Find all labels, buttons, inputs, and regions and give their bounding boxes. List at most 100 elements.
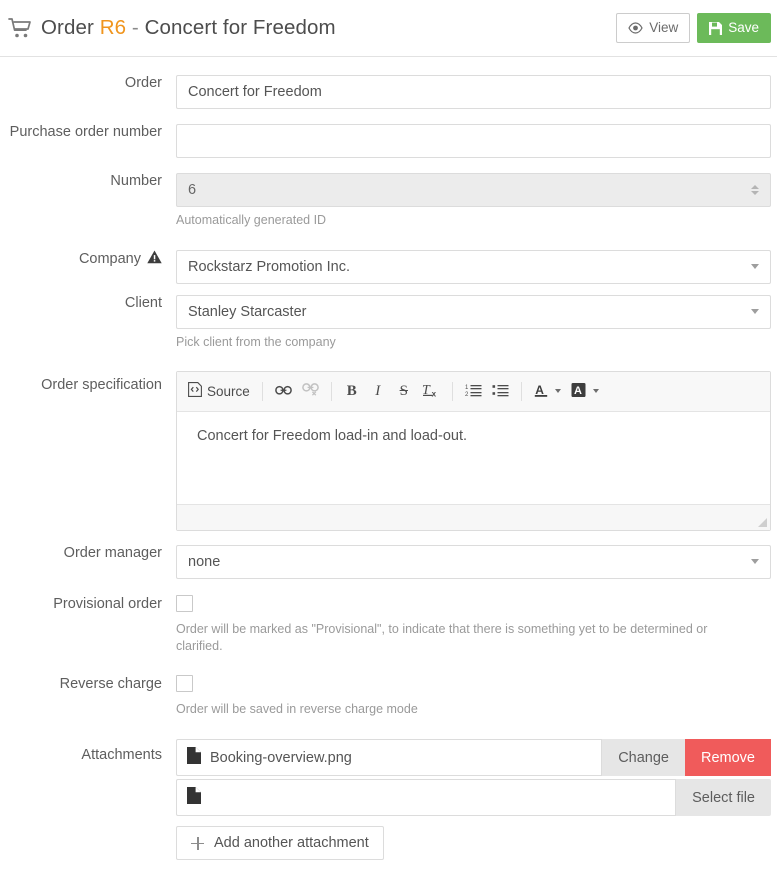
svg-text:A: A [574,385,582,397]
company-label-wrap: Company [0,250,176,268]
save-button-label: Save [728,20,759,36]
page-title: Order R6 - Concert for Freedom [41,16,336,40]
client-help-text: Pick client from the company [176,334,336,349]
number-label: Number [110,173,162,189]
reverse-charge-label: Reverse charge [59,675,162,692]
order-input-value: Concert for Freedom [188,84,322,100]
view-button[interactable]: View [616,13,691,43]
form-row-order-specification: Order specification Source B I S T x 1 2… [0,370,777,531]
company-label: Company [78,250,141,267]
form-row-client: Client Stanley Starcaster Pick client fr… [0,294,777,351]
form-row-order: Order Concert for Freedom [0,75,777,109]
editor-paragraph: Concert for Freedom load-in and load-out… [197,427,468,444]
svg-text:1: 1 [465,385,469,391]
order-input[interactable]: Concert for Freedom [176,75,771,109]
floppy-disk-icon [709,21,723,35]
link-button[interactable] [270,378,297,404]
title-separator: - [126,16,145,39]
order-name: Concert for Freedom [144,16,336,39]
order-form: Order Concert for Freedom Purchase order… [0,57,777,861]
reverse-charge-checkbox[interactable] [176,674,193,692]
bulleted-list-icon [492,383,509,400]
provisional-order-help-text: Order will be marked as "Provisional", t… [176,621,708,653]
chevron-down-icon [751,559,759,565]
reverse-charge-help-text: Order will be saved in reverse charge mo… [176,701,418,716]
remove-format-button[interactable]: T x [417,378,445,404]
header-actions: View Save [616,13,771,43]
form-row-number: Number 6 Automatically generated ID [0,173,777,229]
add-another-attachment-label: Add another attachment [214,835,369,852]
background-color-button[interactable]: A [566,378,604,404]
text-color-button[interactable]: A [529,378,566,404]
purchase-order-number-input[interactable] [176,124,771,158]
form-row-purchase-order-number: Purchase order number [0,124,777,158]
attachment-remove-button[interactable]: Remove [685,739,771,777]
bulleted-list-button[interactable] [487,378,514,404]
order-manager-select[interactable]: none [176,544,771,579]
eye-icon [628,22,643,34]
numbered-list-button[interactable]: 1 2 [460,378,487,404]
company-select-value: Rockstarz Promotion Inc. [188,258,350,275]
client-select[interactable]: Stanley Starcaster [176,294,771,329]
numbered-list-icon: 1 2 [465,383,482,400]
page-title-prefix: Order [41,16,100,39]
page-header: Order R6 - Concert for Freedom View Save [0,0,777,57]
plus-icon [191,836,204,850]
number-input[interactable]: 6 [176,173,771,207]
unlink-button[interactable] [297,378,324,404]
attachment-filename: Booking-overview.png [210,749,352,766]
order-manager-label: Order manager [63,544,162,561]
unlink-icon [301,383,319,399]
add-another-attachment-button[interactable]: Add another attachment [176,826,384,861]
form-row-provisional-order: Provisional order Order will be marked a… [0,594,777,655]
view-button-label: View [649,20,679,36]
provisional-order-label: Provisional order [53,595,162,612]
svg-text:x: x [431,389,436,397]
form-row-company: Company Rockstarz Promotion Inc. [0,249,777,284]
source-button[interactable]: Source [183,378,255,404]
provisional-order-checkbox[interactable] [176,594,193,612]
chevron-down-icon [751,309,759,315]
file-icon [187,787,201,808]
remove-format-icon: T x [422,382,440,401]
attachment-change-button[interactable]: Change [602,739,685,777]
rich-text-editor: Source B I S T x 1 2 A A Concert for Fre… [176,370,771,531]
stepper-up-icon[interactable] [751,185,759,189]
client-label: Client [124,294,162,311]
number-help-text: Automatically generated ID [176,213,327,227]
text-color-icon: A [534,382,548,401]
order-code: R6 [99,16,127,39]
italic-button[interactable]: I [365,378,391,404]
editor-resize-handle[interactable] [758,517,767,527]
toolbar-separator [261,381,263,401]
attachment-filename-box-empty[interactable] [176,779,677,817]
form-row-reverse-charge: Reverse charge Order will be saved in re… [0,674,777,718]
chevron-down-icon [554,389,561,394]
attachments-label: Attachments [81,747,162,764]
attachment-row: Select file [176,779,771,817]
number-input-value: 6 [188,182,197,198]
order-label: Order [124,75,162,91]
purchase-order-number-label: Purchase order number [9,124,162,140]
source-button-label: Source [207,383,250,399]
form-row-order-manager: Order manager none [0,544,777,579]
background-color-icon: A [571,382,586,401]
source-icon [188,382,202,400]
stepper-down-icon[interactable] [751,191,759,195]
toolbar-separator [330,381,332,401]
order-specification-label: Order specification [41,376,162,393]
attachment-select-file-button[interactable]: Select file [676,779,771,817]
number-stepper[interactable] [751,185,759,195]
company-select[interactable]: Rockstarz Promotion Inc. [176,249,771,284]
warning-triangle-icon [147,250,162,268]
chevron-down-icon [751,264,759,270]
toolbar-separator [451,381,453,401]
toolbar-separator [520,381,522,401]
shopping-cart-icon [8,17,32,39]
save-button[interactable]: Save [697,13,771,43]
bold-button[interactable]: B [339,378,365,404]
editor-content-area[interactable]: Concert for Freedom load-in and load-out… [177,411,770,504]
link-icon [274,384,292,399]
strikethrough-button[interactable]: S [391,378,417,404]
attachment-filename-box[interactable]: Booking-overview.png [176,739,603,777]
